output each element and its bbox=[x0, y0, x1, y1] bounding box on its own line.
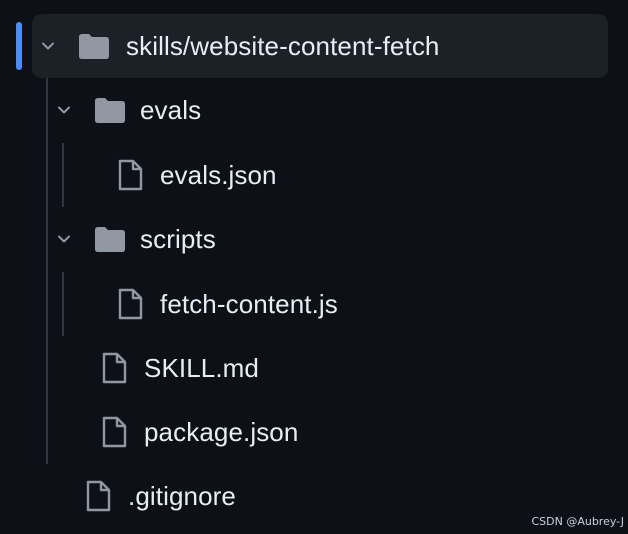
tree-item-root-folder[interactable]: skills/website-content-fetch bbox=[32, 14, 608, 78]
folder-icon bbox=[92, 92, 128, 128]
chevron-down-icon[interactable] bbox=[50, 225, 78, 253]
file-icon bbox=[112, 157, 148, 193]
tree-item-folder-evals[interactable]: evals bbox=[48, 78, 608, 142]
watermark: CSDN @Aubrey-J bbox=[531, 515, 624, 528]
tree-item-folder-scripts[interactable]: scripts bbox=[48, 207, 608, 271]
chevron-down-icon[interactable] bbox=[34, 32, 62, 60]
file-icon bbox=[80, 478, 116, 514]
active-indicator bbox=[16, 22, 22, 70]
tree-item-label: evals.json bbox=[160, 159, 277, 190]
tree-item-label: SKILL.md bbox=[144, 352, 259, 383]
file-icon bbox=[96, 414, 132, 450]
tree-item-label: fetch-content.js bbox=[160, 288, 338, 319]
tree-item-file-skill-md[interactable]: SKILL.md bbox=[96, 336, 608, 400]
indent-guide bbox=[62, 272, 64, 336]
file-icon bbox=[112, 286, 148, 322]
tree-item-file-fetch-content-js[interactable]: fetch-content.js bbox=[112, 272, 608, 336]
file-icon bbox=[96, 350, 132, 386]
tree-item-file-gitignore[interactable]: .gitignore bbox=[80, 464, 608, 528]
chevron-down-icon[interactable] bbox=[50, 96, 78, 124]
folder-icon bbox=[92, 221, 128, 257]
file-tree: skills/website-content-fetch evals evals… bbox=[0, 0, 628, 534]
tree-item-label: evals bbox=[140, 94, 202, 125]
tree-item-file-package-json[interactable]: package.json bbox=[96, 400, 608, 464]
indent-guide bbox=[62, 143, 64, 207]
tree-item-label: scripts bbox=[140, 223, 216, 254]
tree-item-label: skills/website-content-fetch bbox=[126, 30, 440, 61]
folder-icon bbox=[76, 28, 112, 64]
tree-item-label: .gitignore bbox=[128, 480, 236, 511]
tree-item-file-evals-json[interactable]: evals.json bbox=[112, 143, 608, 207]
tree-item-label: package.json bbox=[144, 416, 299, 447]
